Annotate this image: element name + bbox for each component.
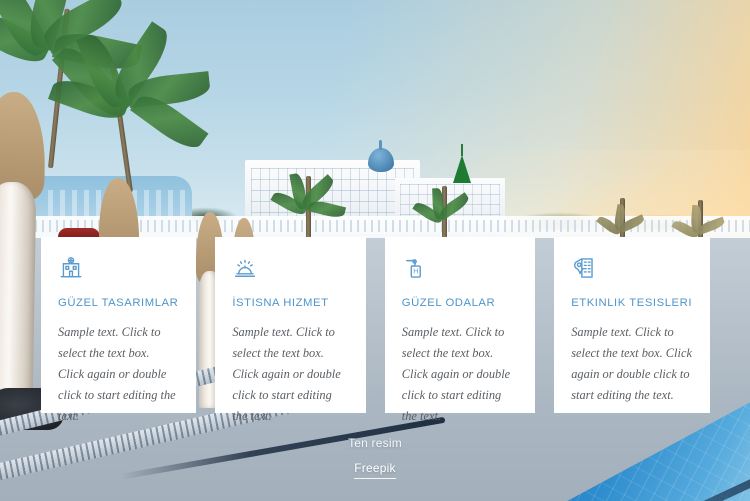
feature-card-text: Sample text. Click to select the text bo…: [58, 325, 176, 423]
feature-card-text: Sample text. Click to select the text bo…: [232, 325, 341, 423]
feature-card-text: Sample text. Click to select the text bo…: [571, 325, 692, 402]
blue-onion-dome: [368, 140, 394, 172]
feature-card-text: Sample text. Click to select the text bo…: [401, 325, 511, 423]
credit-label: Ten resim: [348, 436, 402, 450]
feature-card-title: GÜZEL ODALAR: [401, 297, 496, 309]
closed-umbrella-1: [0, 91, 46, 393]
service-bell-icon: [232, 255, 258, 281]
palm-tree-far-right-a: [596, 198, 646, 238]
feature-card-guzel-odalar[interactable]: H GÜZEL ODALAR Sample text. Click to sel…: [384, 237, 536, 423]
umbrella-canvas: [0, 181, 37, 393]
hotel-building-icon: [58, 255, 84, 281]
feature-cards-row: GÜZEL TASARIMLAR Sample text. Click to s…: [41, 237, 711, 423]
feature-card-title: İSTISNA HIZMET: [232, 297, 329, 309]
feature-card-guzel-tasarimlar[interactable]: GÜZEL TASARIMLAR Sample text. Click to s…: [41, 237, 197, 423]
hotel-key-tag-icon: H: [402, 255, 428, 281]
feature-card-istisna-hizmet[interactable]: İSTISNA HIZMET Sample text. Click to sel…: [215, 237, 366, 423]
green-spire: [453, 144, 471, 183]
feature-card-title: GÜZEL TASARIMLAR: [58, 297, 179, 309]
feature-card-etkinlik-tesisleri[interactable]: ETKINLIK TESISLERI Sample text. Click to…: [554, 237, 711, 413]
building-location-pin-icon: [571, 255, 597, 281]
page-root: GÜZEL TASARIMLAR Sample text. Click to s…: [0, 0, 750, 501]
palm-tree-right-of-center: [412, 186, 472, 238]
palm-tree-far-right-b: [671, 200, 726, 240]
palm-tree-second-left: [48, 21, 212, 193]
palm-tree-center: [270, 172, 347, 238]
svg-text:H: H: [413, 269, 418, 276]
image-credit: Ten resim Freepik: [0, 436, 750, 479]
credit-source-link[interactable]: Freepik: [354, 461, 396, 479]
feature-card-title: ETKINLIK TESISLERI: [571, 297, 693, 309]
